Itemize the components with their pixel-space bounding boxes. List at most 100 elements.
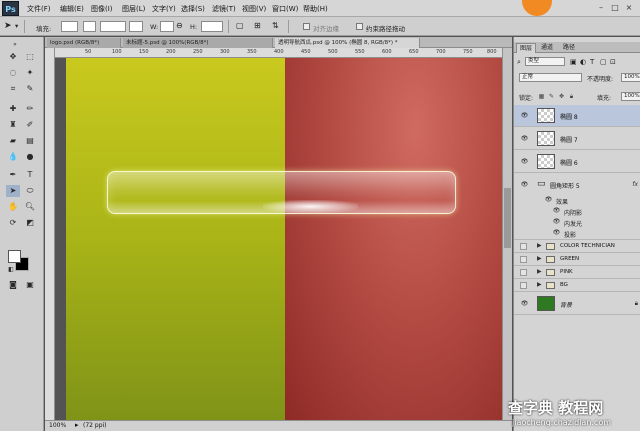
history-brush-tool-icon[interactable]: ✐ [23,119,37,131]
effect-row[interactable]: 👁︎ 内发光 [514,217,640,228]
doc-tab-nav-psd[interactable]: 透明导航西瓜.psd @ 100% (椭圆 8, RGB/8*) * [275,38,420,48]
3d-tool-icon[interactable]: ◩ [23,217,37,229]
link-icon[interactable]: ⊖ [176,21,183,30]
effects-fx-icon[interactable]: fx [632,181,638,188]
visibility-eye-icon[interactable]: 👁︎ [552,207,561,215]
document-canvas[interactable] [66,58,502,420]
eyedropper-tool-icon[interactable]: ✎ [23,83,37,95]
eraser-tool-icon[interactable]: ▰ [6,135,20,147]
close-icon[interactable]: × [624,4,634,12]
type-tool-icon[interactable]: T [23,169,37,181]
visibility-toggle[interactable] [520,256,527,263]
minimize-icon[interactable]: – [596,4,606,12]
menu-file[interactable]: 文件(F) [27,4,51,14]
blur-tool-icon[interactable]: 💧 [6,151,20,163]
menu-layer[interactable]: 图层(L) [122,4,145,14]
layer-row[interactable]: 👁︎ ▭ 圆角矩形 5 fx [514,174,640,196]
filter-pixel-icon[interactable]: ▣ [570,58,577,66]
menu-help[interactable]: 帮助(H) [303,4,328,14]
menu-image[interactable]: 图像(I) [91,4,113,14]
layer-row[interactable]: 👁︎ 椭圆 7 [514,128,640,150]
pen-tool-icon[interactable]: ✒ [6,169,20,181]
visibility-toggle[interactable] [520,269,527,276]
hand-tool-icon[interactable]: ✋ [6,201,20,213]
lock-transparent-icon[interactable]: ▦ [538,93,545,100]
quick-select-tool-icon[interactable]: ✦ [23,67,37,79]
menu-filter[interactable]: 滤镜(T) [212,4,236,14]
background-layer-row[interactable]: 👁︎ 背景 🔒︎ [514,293,640,315]
scrollbar-thumb[interactable] [504,188,511,248]
maximize-icon[interactable]: □ [610,4,620,12]
stroke-type-select[interactable] [129,21,143,32]
stroke-swatch[interactable] [83,21,96,32]
path-alignment-icon[interactable]: ⊞ [254,21,261,30]
expand-arrow-icon[interactable]: ▶ [537,268,542,275]
visibility-eye-icon[interactable]: 👁︎ [520,181,529,189]
zoom-tool-icon[interactable]: 🔍︎ [23,201,37,213]
lasso-tool-icon[interactable]: ◌ [6,67,20,79]
layer-group-row[interactable]: ▶ BG [514,279,640,292]
clone-stamp-tool-icon[interactable]: ♜ [6,119,20,131]
rotate-view-tool-icon[interactable]: ⟳ [6,217,20,229]
layer-kind-filter[interactable]: 类型 [525,57,565,66]
filter-smart-object-icon[interactable]: ⊡ [610,58,616,66]
menu-view[interactable]: 视图(V) [242,4,266,14]
glass-navigation-bar[interactable] [107,171,456,214]
menu-type[interactable]: 文字(Y) [152,4,176,14]
effects-header-row[interactable]: 👁︎ 效果 [514,195,640,206]
expand-arrow-icon[interactable]: ▶ [537,242,542,249]
menu-select[interactable]: 选择(S) [181,4,205,14]
vertical-scrollbar[interactable] [502,48,512,420]
screen-mode-icon[interactable]: ▣ [23,279,37,291]
healing-brush-tool-icon[interactable]: ✚ [6,103,20,115]
menu-edit[interactable]: 编辑(E) [60,4,84,14]
visibility-eye-icon[interactable]: 👁︎ [544,196,553,204]
path-selection-tool-icon[interactable]: ➤ [4,21,12,31]
doc-tab-logo[interactable]: logo.psd (RGB/8*) [47,38,121,48]
quick-mask-icon[interactable]: ◙ [6,279,20,291]
lock-all-icon[interactable]: 🔒︎ [568,93,575,100]
visibility-eye-icon[interactable]: 👁︎ [520,112,529,120]
crop-tool-icon[interactable]: ⌗ [6,83,20,95]
fill-field[interactable]: 100% [621,92,640,101]
h-field[interactable] [201,21,223,32]
doc-info-arrow-icon[interactable]: ▸ [75,421,79,429]
artboard-tool-icon[interactable]: ⬚ [23,51,37,63]
layer-group-row[interactable]: ▶ PINK [514,266,640,279]
w-field[interactable] [160,21,174,32]
dodge-tool-icon[interactable]: ● [23,151,37,163]
filter-shape-icon[interactable]: ▢ [600,58,607,66]
lock-pixels-icon[interactable]: ✎ [548,93,555,100]
visibility-eye-icon[interactable]: 👁︎ [520,300,529,308]
blend-mode-select[interactable]: 正常 [519,73,582,82]
tab-paths[interactable]: 路径 [560,43,578,53]
ellipse-tool-icon[interactable]: ⬭ [23,185,37,197]
gradient-tool-icon[interactable]: ▤ [23,135,37,147]
path-operations-icon[interactable]: ▢ [236,21,244,30]
stroke-width-field[interactable] [100,21,126,32]
opacity-field[interactable]: 100% [621,73,640,82]
layer-row[interactable]: 👁︎ 椭圆 6 [514,151,640,173]
zoom-level[interactable]: 100% [49,422,66,429]
tool-preset-chevron-icon[interactable]: ▾ [15,22,18,30]
visibility-eye-icon[interactable]: 👁︎ [552,218,561,226]
expand-arrow-icon[interactable]: ▶ [537,255,542,262]
constrain-path-checkbox[interactable] [356,23,363,30]
foreground-color-swatch[interactable] [8,250,21,263]
visibility-toggle[interactable] [520,243,527,250]
layer-row[interactable]: 👁︎ 椭圆 8 [514,105,640,127]
path-selection-tool-icon[interactable]: ➤ [6,185,20,197]
visibility-eye-icon[interactable]: 👁︎ [520,135,529,143]
visibility-eye-icon[interactable]: 👁︎ [552,229,561,237]
filter-type-icon[interactable]: T [590,58,594,66]
doc-tab-untitled[interactable]: 未标题-5.psd @ 100%(RGB/8*) [123,38,273,48]
tab-layers[interactable]: 图层 [516,43,537,53]
brush-tool-icon[interactable]: ✏ [23,103,37,115]
path-arrangement-icon[interactable]: ⇅ [272,21,279,30]
menu-window[interactable]: 窗口(W) [272,4,298,14]
visibility-toggle[interactable] [520,282,527,289]
visibility-eye-icon[interactable]: 👁︎ [520,158,529,166]
collapse-icon[interactable]: » [8,39,22,51]
effect-row[interactable]: 👁︎ 内阴影 [514,206,640,217]
effect-row[interactable]: 👁︎ 投影 [514,228,640,240]
